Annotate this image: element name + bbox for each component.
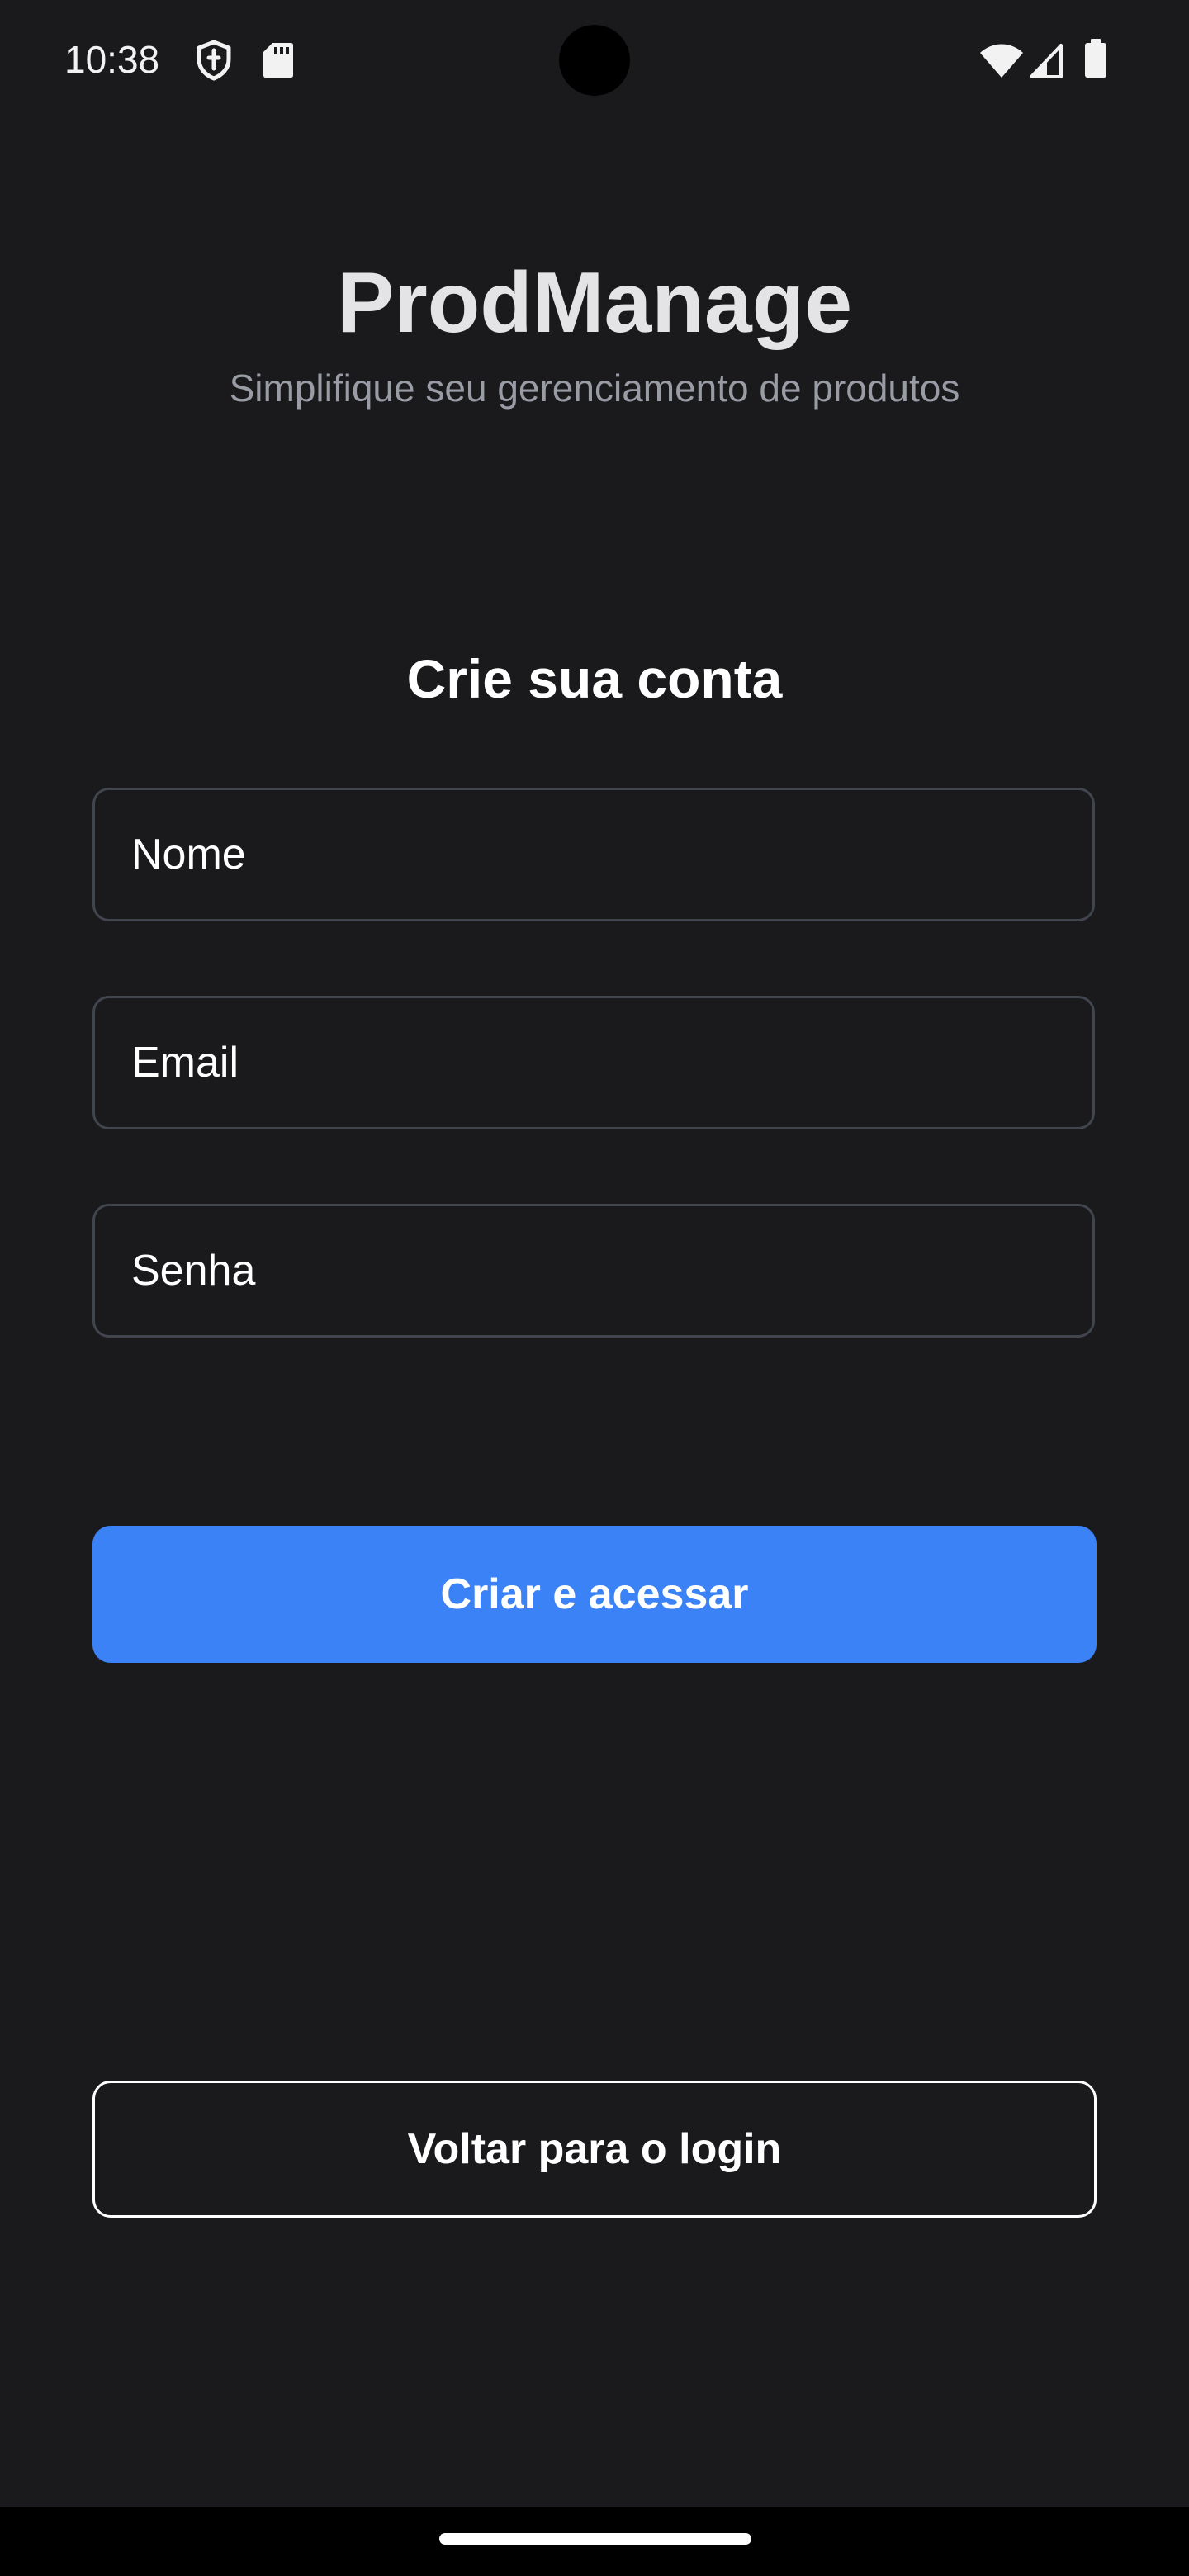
app-title: ProdManage xyxy=(336,255,853,351)
front-camera xyxy=(559,25,630,96)
form-title: Crie sua conta xyxy=(406,648,783,709)
email-field[interactable]: Email xyxy=(92,996,1095,1129)
status-time: 10:38 xyxy=(64,38,160,81)
signal-icon xyxy=(1030,44,1063,78)
password-field-placeholder: Senha xyxy=(131,1247,256,1295)
create-account-button-label: Criar e acessar xyxy=(440,1570,749,1618)
email-field-placeholder: Email xyxy=(131,1039,239,1087)
status-bar: 10:38 xyxy=(0,0,1189,116)
back-to-login-button[interactable]: Voltar para o login xyxy=(92,2081,1097,2218)
create-account-button[interactable]: Criar e acessar xyxy=(92,1526,1097,1663)
battery-icon xyxy=(1085,39,1106,78)
password-field[interactable]: Senha xyxy=(92,1204,1095,1338)
app-subtitle: Simplifique seu gerenciamento de produto… xyxy=(229,367,960,410)
name-field[interactable]: Nome xyxy=(92,788,1095,921)
back-to-login-button-label: Voltar para o login xyxy=(407,2125,782,2173)
name-field-placeholder: Nome xyxy=(131,831,246,878)
home-indicator[interactable] xyxy=(439,2533,751,2545)
shield-icon xyxy=(197,40,231,81)
sd-card-icon xyxy=(263,43,293,78)
wifi-icon xyxy=(980,44,1023,78)
